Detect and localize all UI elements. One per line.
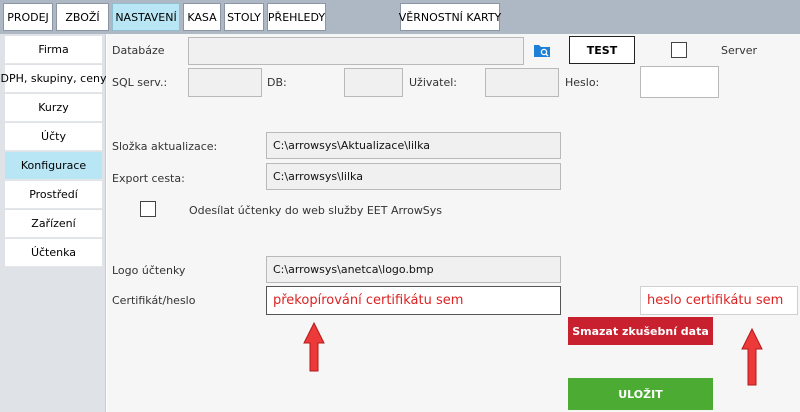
tab-prehledy[interactable]: PŘEHLEDY <box>267 3 326 31</box>
certificate-label: Certifikát/heslo <box>112 294 196 307</box>
password-label: Heslo: <box>565 76 600 89</box>
tab-zbozi[interactable]: ZBOŽÍ <box>56 3 109 31</box>
tab-vernostni-karty[interactable]: VĚRNOSTNÍ KARTY <box>399 3 501 31</box>
folder-search-icon[interactable] <box>533 43 551 58</box>
tab-stoly[interactable]: STOLY <box>224 3 264 31</box>
sidebar-item-dph[interactable]: DPH, skupiny, ceny <box>1 65 106 93</box>
red-up-arrow-icon <box>741 328 763 386</box>
receipt-logo-label: Logo účtenky <box>112 264 186 277</box>
password-input[interactable] <box>640 66 719 98</box>
tab-prodej[interactable]: PRODEJ <box>3 3 53 31</box>
update-folder-label: Složka aktualizace: <box>112 140 218 153</box>
sidebar-item-firma[interactable]: Firma <box>5 36 102 64</box>
sql-server-input[interactable] <box>188 68 262 97</box>
export-path-input[interactable]: C:\arrowsys\lilka <box>266 163 561 190</box>
delete-test-data-button[interactable]: Smazat zkušební data <box>568 317 713 345</box>
receipt-logo-input[interactable]: C:\arrowsys\anetca\logo.bmp <box>266 256 561 283</box>
database-label: Databáze <box>112 44 165 57</box>
certificate-password-input[interactable]: heslo certifikátu sem <box>640 286 798 315</box>
app-window: PRODEJ ZBOŽÍ NASTAVENÍ KASA STOLY PŘEHLE… <box>0 0 800 412</box>
update-folder-input[interactable]: C:\arrowsys\Aktualizace\lilka <box>266 132 561 159</box>
server-checkbox[interactable] <box>671 42 687 58</box>
sidebar-item-uctenka[interactable]: Účtenka <box>5 239 102 267</box>
sidebar-item-ucty[interactable]: Účty <box>5 123 102 151</box>
tab-kasa[interactable]: KASA <box>183 3 221 31</box>
server-label: Server <box>721 44 758 57</box>
export-path-label: Export cesta: <box>112 172 185 185</box>
tab-nastaveni[interactable]: NASTAVENÍ <box>112 3 180 31</box>
eet-label: Odesílat účtenky do web služby EET Arrow… <box>189 204 443 217</box>
red-up-arrow-icon <box>303 322 325 372</box>
user-label: Uživatel: <box>409 76 457 89</box>
save-button[interactable]: ULOŽIT <box>568 378 713 410</box>
certificate-input[interactable]: překopírování certifikátu sem <box>266 286 561 315</box>
configuration-panel: Databáze TEST Server SQL serv.: DB: Uživ… <box>107 34 800 412</box>
sidebar-item-konfigurace[interactable]: Konfigurace <box>5 152 102 180</box>
db-label: DB: <box>267 76 287 89</box>
sql-server-label: SQL serv.: <box>112 76 168 89</box>
settings-sidebar: Firma DPH, skupiny, ceny Kurzy Účty Konf… <box>0 34 106 412</box>
top-tab-bar: PRODEJ ZBOŽÍ NASTAVENÍ KASA STOLY PŘEHLE… <box>0 0 800 34</box>
db-input[interactable] <box>344 68 403 97</box>
test-button[interactable]: TEST <box>569 36 635 64</box>
eet-checkbox[interactable] <box>140 201 156 217</box>
sidebar-item-kurzy[interactable]: Kurzy <box>5 94 102 122</box>
sidebar-item-prostredi[interactable]: Prostředí <box>5 181 102 209</box>
database-input[interactable] <box>188 37 524 65</box>
user-input[interactable] <box>485 68 559 97</box>
sidebar-item-zarizeni[interactable]: Zařízení <box>5 210 102 238</box>
